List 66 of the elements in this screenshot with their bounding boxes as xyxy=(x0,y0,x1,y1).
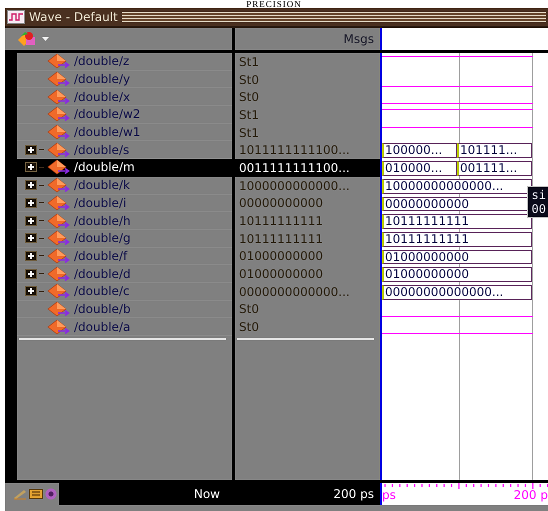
signal-icon xyxy=(46,124,72,140)
signal-value: 0000000000000... xyxy=(239,284,350,299)
dropdown-caret-icon[interactable] xyxy=(42,37,49,41)
now-time: 200 ps xyxy=(333,487,374,501)
signal-value: 00000000000 xyxy=(239,196,323,210)
column-header: Msgs xyxy=(344,32,374,46)
expand-button[interactable] xyxy=(25,180,37,190)
signal-name[interactable]: /double/i xyxy=(74,196,126,210)
signal-value: St0 xyxy=(239,72,259,87)
bus-value-segment: 100000... xyxy=(382,143,457,158)
signal-value: St1 xyxy=(239,108,259,122)
signal-value: 0011111111100... xyxy=(239,160,350,175)
toolbar-panel-icon[interactable] xyxy=(29,488,43,500)
bus-value-segment: 101111... xyxy=(457,143,532,158)
expand-button[interactable] xyxy=(25,162,37,172)
expand-button[interactable] xyxy=(25,233,37,244)
signal-icon xyxy=(46,212,72,229)
signal-icon xyxy=(46,53,72,70)
bus-value-segment: 00000000000000... xyxy=(382,284,532,300)
signal-value: 1000000000000... xyxy=(239,178,350,193)
ruler-label: ps xyxy=(382,489,396,502)
signal-icon xyxy=(46,266,72,282)
bus-value-segment: 010000... xyxy=(382,161,457,176)
bus-value-segment: 001111... xyxy=(457,161,532,176)
tooltip: si 00 xyxy=(526,186,548,218)
signal-name[interactable]: /double/m xyxy=(74,160,135,174)
ruler-label: 200 p xyxy=(514,489,548,502)
title-bar-grip[interactable] xyxy=(122,12,546,22)
signal-icon xyxy=(46,177,72,194)
signal-value: 1011111111100... xyxy=(239,143,350,158)
signal-value: 10111111111 xyxy=(239,214,323,228)
expand-button[interactable] xyxy=(25,286,37,296)
expand-button[interactable] xyxy=(25,216,37,226)
signal-value: 10111111111 xyxy=(239,232,323,246)
signal-icon xyxy=(46,142,72,158)
bus-value-segment: 01000000000 xyxy=(382,267,532,282)
signal-value: 01000000000 xyxy=(239,249,323,264)
signal-value: St0 xyxy=(239,320,259,334)
bus-value-segment: 10000000000000... xyxy=(382,178,532,194)
page-heading: PRECISION xyxy=(246,0,302,8)
bus-value-segment: 01000000000 xyxy=(382,250,532,264)
signal-icon xyxy=(46,283,72,300)
signal-value: St1 xyxy=(239,126,259,140)
signal-value: St1 xyxy=(239,54,259,69)
signal-icon xyxy=(46,106,72,122)
target-icon[interactable] xyxy=(45,488,57,500)
signal-icon xyxy=(46,300,72,317)
signal-icon xyxy=(46,194,72,211)
signal-value: St0 xyxy=(239,302,259,316)
window-title: Wave - Default xyxy=(29,10,118,24)
signal-value: St0 xyxy=(239,90,259,104)
expand-button[interactable] xyxy=(25,250,37,261)
now-label: Now xyxy=(194,487,220,501)
signal-icon xyxy=(46,230,72,246)
signal-value: 01000000000 xyxy=(239,267,323,282)
signal-icon xyxy=(46,248,72,264)
signal-icon xyxy=(46,88,72,105)
signal-icon xyxy=(46,318,72,335)
bus-value-segment: 10111111111 xyxy=(382,214,532,229)
expand-button[interactable] xyxy=(25,198,37,208)
waveform-window-icon xyxy=(7,10,25,24)
bus-value-segment: 10111111111 xyxy=(382,232,532,247)
expand-button[interactable] xyxy=(25,144,37,155)
expand-button[interactable] xyxy=(25,268,37,279)
signal-icon xyxy=(46,71,72,88)
signal-icon xyxy=(46,159,72,176)
